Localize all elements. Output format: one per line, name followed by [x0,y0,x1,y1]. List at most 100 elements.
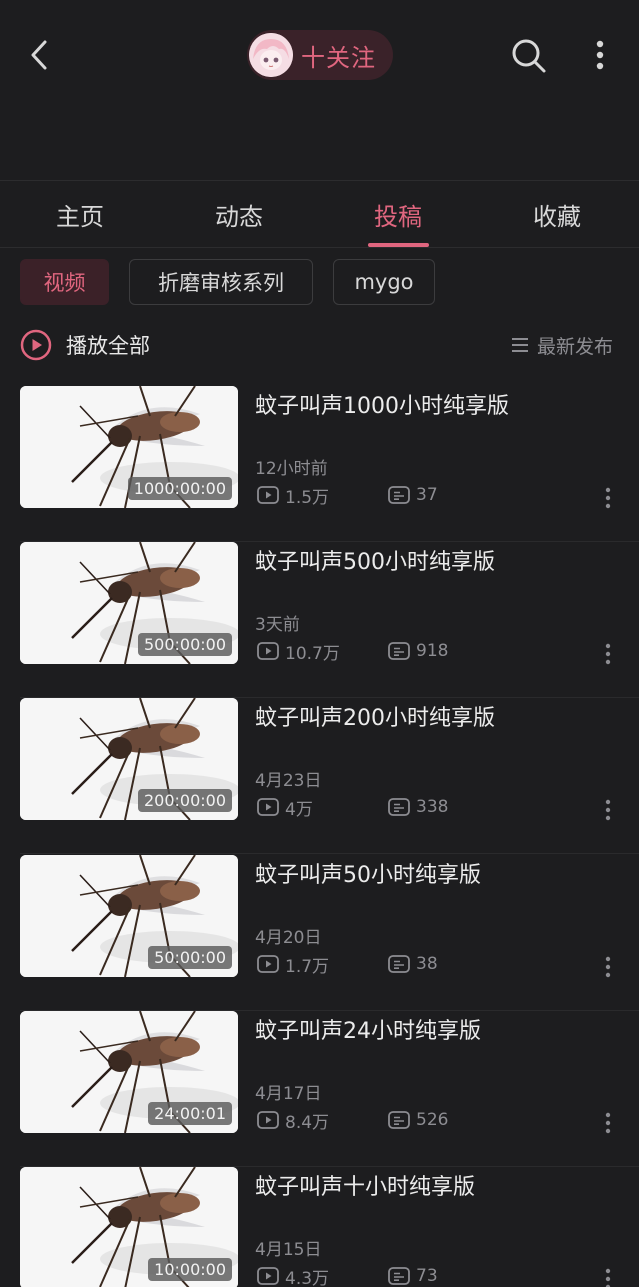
item-more-button[interactable] [600,642,616,666]
video-thumbnail[interactable]: 50:00:00 [20,855,238,977]
video-thumbnail[interactable]: 24:00:01 [20,1011,238,1133]
avatar[interactable] [249,33,293,77]
video-duration: 50:00:00 [148,946,232,969]
item-more-button[interactable] [600,798,616,822]
follow-label: 十关注 [301,43,376,72]
play-all-button[interactable]: 播放全部 [20,328,150,362]
tab-home[interactable]: 主页 [30,181,130,247]
danmaku-count-icon [388,1111,410,1129]
video-list-item[interactable]: 1000:00:00 蚊子叫声1000小时纯享版 12小时前 1.5万 37 [0,386,639,542]
item-more-button[interactable] [600,1267,616,1287]
more-vertical-icon [605,956,611,978]
list-icon [512,338,528,352]
video-title: 蚊子叫声十小时纯享版 [255,1175,476,1200]
video-upload-date: 12小时前 [255,459,328,479]
play-all-label: 播放全部 [66,334,150,358]
video-upload-date: 4月20日 [255,928,322,948]
sort-label: 最新发布 [537,335,614,358]
video-views: 4.3万 [257,1265,329,1287]
video-title: 蚊子叫声50小时纯享版 [255,863,481,888]
video-views-count: 8.4万 [285,1112,330,1133]
video-thumbnail[interactable]: 10:00:00 [20,1167,238,1287]
active-tab-indicator [368,243,429,247]
video-views: 1.5万 [257,484,330,508]
play-circle-icon [20,329,52,361]
more-vertical-icon [605,643,611,665]
video-comments-count: 38 [416,954,438,974]
video-comments: 918 [388,640,448,662]
video-comments-count: 918 [416,641,449,661]
video-list-item[interactable]: 24:00:01 蚊子叫声24小时纯享版 4月17日 8.4万 526 [0,1011,639,1167]
item-more-button[interactable] [600,955,616,979]
video-comments: 73 [388,1265,438,1287]
follow-button[interactable]: 十关注 [247,30,393,80]
video-views: 8.4万 [257,1109,330,1133]
video-upload-date: 4月15日 [255,1240,322,1260]
play-count-icon [257,955,279,973]
sort-button[interactable]: 最新发布 [511,330,613,360]
more-vertical-icon [605,1112,611,1134]
search-button[interactable] [509,36,549,76]
more-vertical-icon [596,40,604,70]
more-vertical-icon [605,1268,611,1287]
filter-chip-mygo[interactable]: mygo [333,259,435,305]
video-views: 4万 [257,796,313,820]
video-views-count: 1.5万 [285,487,330,508]
filter-chip-videos[interactable]: 视频 [20,259,109,305]
video-duration: 1000:00:00 [127,477,232,500]
danmaku-count-icon [388,486,410,504]
video-views: 10.7万 [257,640,340,664]
top-bar: 十关注 [0,0,639,180]
video-comments-count: 526 [416,1110,449,1130]
item-more-button[interactable] [600,486,616,510]
more-button[interactable] [586,36,614,76]
video-title: 蚊子叫声500小时纯享版 [255,550,495,575]
play-count-icon [257,642,279,660]
video-comments-count: 338 [416,797,449,817]
tab-dynamics[interactable]: 动态 [189,181,289,247]
video-comments: 38 [388,953,438,975]
video-comments-count: 37 [416,485,438,505]
back-button[interactable] [22,36,56,74]
tab-favorites[interactable]: 收藏 [507,181,607,247]
video-duration: 500:00:00 [137,633,232,656]
video-thumbnail[interactable]: 1000:00:00 [20,386,238,508]
video-views: 1.7万 [257,953,330,977]
video-list-item[interactable]: 500:00:00 蚊子叫声500小时纯享版 3天前 10.7万 918 [0,542,639,698]
video-comments: 37 [388,484,438,506]
video-views-count: 1.7万 [285,956,330,977]
play-count-icon [257,1111,279,1129]
video-comments: 338 [388,796,448,818]
more-vertical-icon [605,799,611,821]
video-list-item[interactable]: 10:00:00 蚊子叫声十小时纯享版 4月15日 4.3万 73 [0,1167,639,1287]
play-count-icon [257,798,279,816]
filter-chip-series[interactable]: 折磨审核系列 [129,259,313,305]
search-icon [512,39,546,73]
item-divider [20,853,639,854]
video-list-item[interactable]: 50:00:00 蚊子叫声50小时纯享版 4月20日 1.7万 38 [0,855,639,1011]
video-duration: 24:00:01 [148,1102,232,1125]
chevron-left-icon [31,40,47,70]
tab-uploads[interactable]: 投稿 [348,181,448,247]
profile-tabs: 主页 动态 投稿 收藏 [0,180,639,248]
video-thumbnail[interactable]: 500:00:00 [20,542,238,664]
video-duration: 200:00:00 [137,789,232,812]
video-thumbnail[interactable]: 200:00:00 [20,698,238,820]
video-title: 蚊子叫声200小时纯享版 [255,706,495,731]
video-views-count: 4万 [285,799,313,820]
danmaku-count-icon [388,1267,410,1285]
danmaku-count-icon [388,798,410,816]
danmaku-count-icon [388,955,410,973]
video-upload-date: 3天前 [255,615,300,635]
video-comments-count: 73 [416,1266,438,1286]
video-upload-date: 4月23日 [255,771,322,791]
play-count-icon [257,486,279,504]
danmaku-count-icon [388,642,410,660]
item-more-button[interactable] [600,1111,616,1135]
video-duration: 10:00:00 [148,1258,232,1281]
more-vertical-icon [605,487,611,509]
video-comments: 526 [388,1109,448,1131]
video-list-item[interactable]: 200:00:00 蚊子叫声200小时纯享版 4月23日 4万 338 [0,698,639,854]
play-count-icon [257,1267,279,1285]
video-title: 蚊子叫声1000小时纯享版 [255,394,509,419]
